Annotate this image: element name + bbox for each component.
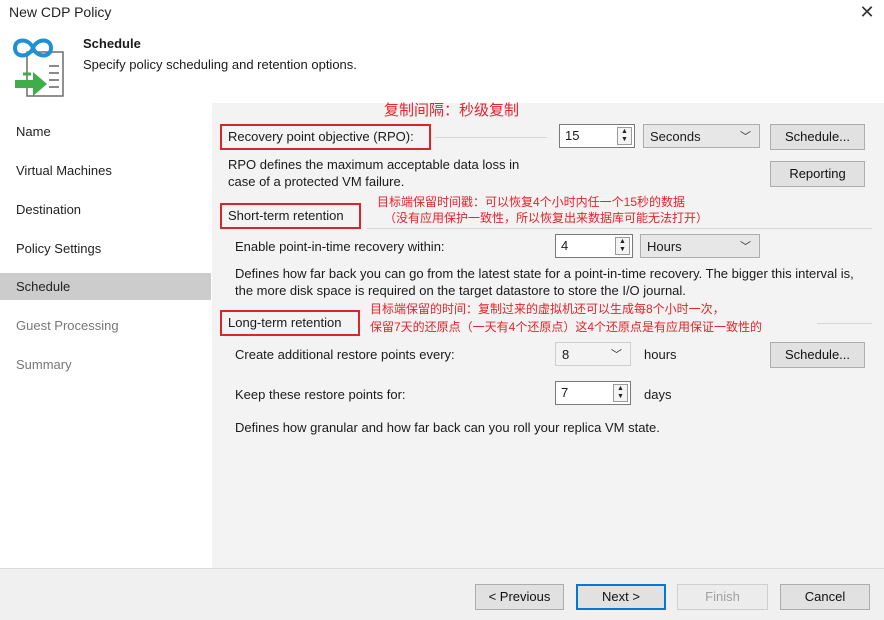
spin-up-icon[interactable]: ▲: [618, 128, 631, 136]
keep-days-value: 7: [561, 385, 569, 400]
keep-spin-arrows[interactable]: ▲ ▼: [613, 384, 628, 402]
window-title: New CDP Policy: [9, 4, 112, 20]
keep-restore-points-label: Keep these restore points for:: [235, 387, 406, 402]
pit-recovery-value: 4: [561, 238, 569, 253]
short-term-heading: Short-term retention: [228, 208, 344, 223]
page-title: Schedule: [83, 36, 141, 51]
annotation-short-term-1: 目标端保留时间戳：可以恢复4个小时内任一个15秒的数据: [377, 195, 686, 209]
chevron-down-icon: ﹀: [740, 131, 751, 143]
pit-spin-arrows[interactable]: ▲ ▼: [615, 237, 630, 255]
short-term-separator: [367, 228, 872, 229]
content-panel: 复制间隔：秒级复制 Recovery point objective (RPO)…: [212, 103, 884, 568]
rpo-label: Recovery point objective (RPO):: [228, 129, 414, 144]
sidebar-item-virtual-machines[interactable]: Virtual Machines: [16, 163, 112, 178]
rpo-spin-arrows[interactable]: ▲ ▼: [617, 127, 632, 145]
rpo-separator: [435, 137, 547, 138]
long-term-description: Defines how granular and how far back ca…: [235, 420, 660, 435]
cancel-button[interactable]: Cancel: [780, 584, 870, 610]
previous-button[interactable]: < Previous: [475, 584, 564, 610]
spin-up-icon[interactable]: ▲: [616, 238, 629, 246]
short-term-description: Defines how far back you can go from the…: [235, 266, 854, 298]
long-term-separator: [817, 323, 872, 324]
close-icon[interactable]: ✕: [856, 2, 878, 23]
spin-down-icon[interactable]: ▼: [618, 136, 631, 144]
annotation-long-term-2: 保留7天的还原点（一天有4个还原点）这4个还原点是有应用保证一致性的: [370, 320, 763, 334]
next-button[interactable]: Next >: [576, 584, 666, 610]
long-term-heading: Long-term retention: [228, 315, 342, 330]
cdp-policy-icon: [11, 34, 69, 98]
restore-interval-value: 8: [562, 347, 570, 362]
spin-down-icon[interactable]: ▼: [616, 246, 629, 254]
keep-days-stepper[interactable]: 7 ▲ ▼: [555, 381, 631, 405]
rpo-schedule-button[interactable]: Schedule...: [770, 124, 865, 150]
keep-days-unit: days: [644, 387, 672, 402]
rpo-value: 15: [565, 128, 580, 143]
annotation-rpo: 复制间隔：秒级复制: [384, 102, 520, 119]
rpo-unit-select[interactable]: Seconds ﹀: [643, 124, 760, 148]
wizard-steps-sidebar: Name Virtual Machines Destination Policy…: [0, 103, 212, 568]
sidebar-item-schedule[interactable]: Schedule: [16, 279, 70, 294]
spin-down-icon[interactable]: ▼: [614, 393, 627, 401]
long-term-schedule-button[interactable]: Schedule...: [770, 342, 865, 368]
sidebar-item-guest-processing: Guest Processing: [16, 318, 119, 333]
wizard-footer: < Previous Next > Finish Cancel: [0, 568, 884, 620]
restore-interval-unit: hours: [644, 347, 677, 362]
pit-recovery-unit-value: Hours: [647, 239, 682, 254]
restore-interval-select[interactable]: 8 ﹀: [555, 342, 631, 366]
finish-button: Finish: [677, 584, 768, 610]
pit-recovery-stepper[interactable]: 4 ▲ ▼: [555, 234, 633, 258]
pit-recovery-unit-select[interactable]: Hours ﹀: [640, 234, 760, 258]
sidebar-item-policy-settings[interactable]: Policy Settings: [16, 241, 101, 256]
chevron-down-icon: ﹀: [740, 241, 751, 253]
reporting-button[interactable]: Reporting: [770, 161, 865, 187]
restore-points-every-label: Create additional restore points every:: [235, 347, 455, 362]
page-subtitle: Specify policy scheduling and retention …: [83, 57, 357, 72]
pit-recovery-label: Enable point-in-time recovery within:: [235, 239, 445, 254]
chevron-down-icon: ﹀: [611, 349, 622, 361]
sidebar-item-summary: Summary: [16, 357, 72, 372]
rpo-description: RPO defines the maximum acceptable data …: [228, 157, 520, 189]
sidebar-item-destination[interactable]: Destination: [16, 202, 81, 217]
annotation-short-term-2: （没有应用保护一致性，所以恢复出来数据库可能无法打开）: [384, 211, 709, 225]
spin-up-icon[interactable]: ▲: [614, 385, 627, 393]
rpo-value-stepper[interactable]: 15 ▲ ▼: [559, 124, 635, 148]
annotation-long-term-1: 目标端保留的时间：复制过来的虚拟机还可以生成每8个小时一次，: [370, 302, 725, 316]
sidebar-item-name[interactable]: Name: [16, 124, 51, 139]
rpo-unit-value: Seconds: [650, 129, 701, 144]
